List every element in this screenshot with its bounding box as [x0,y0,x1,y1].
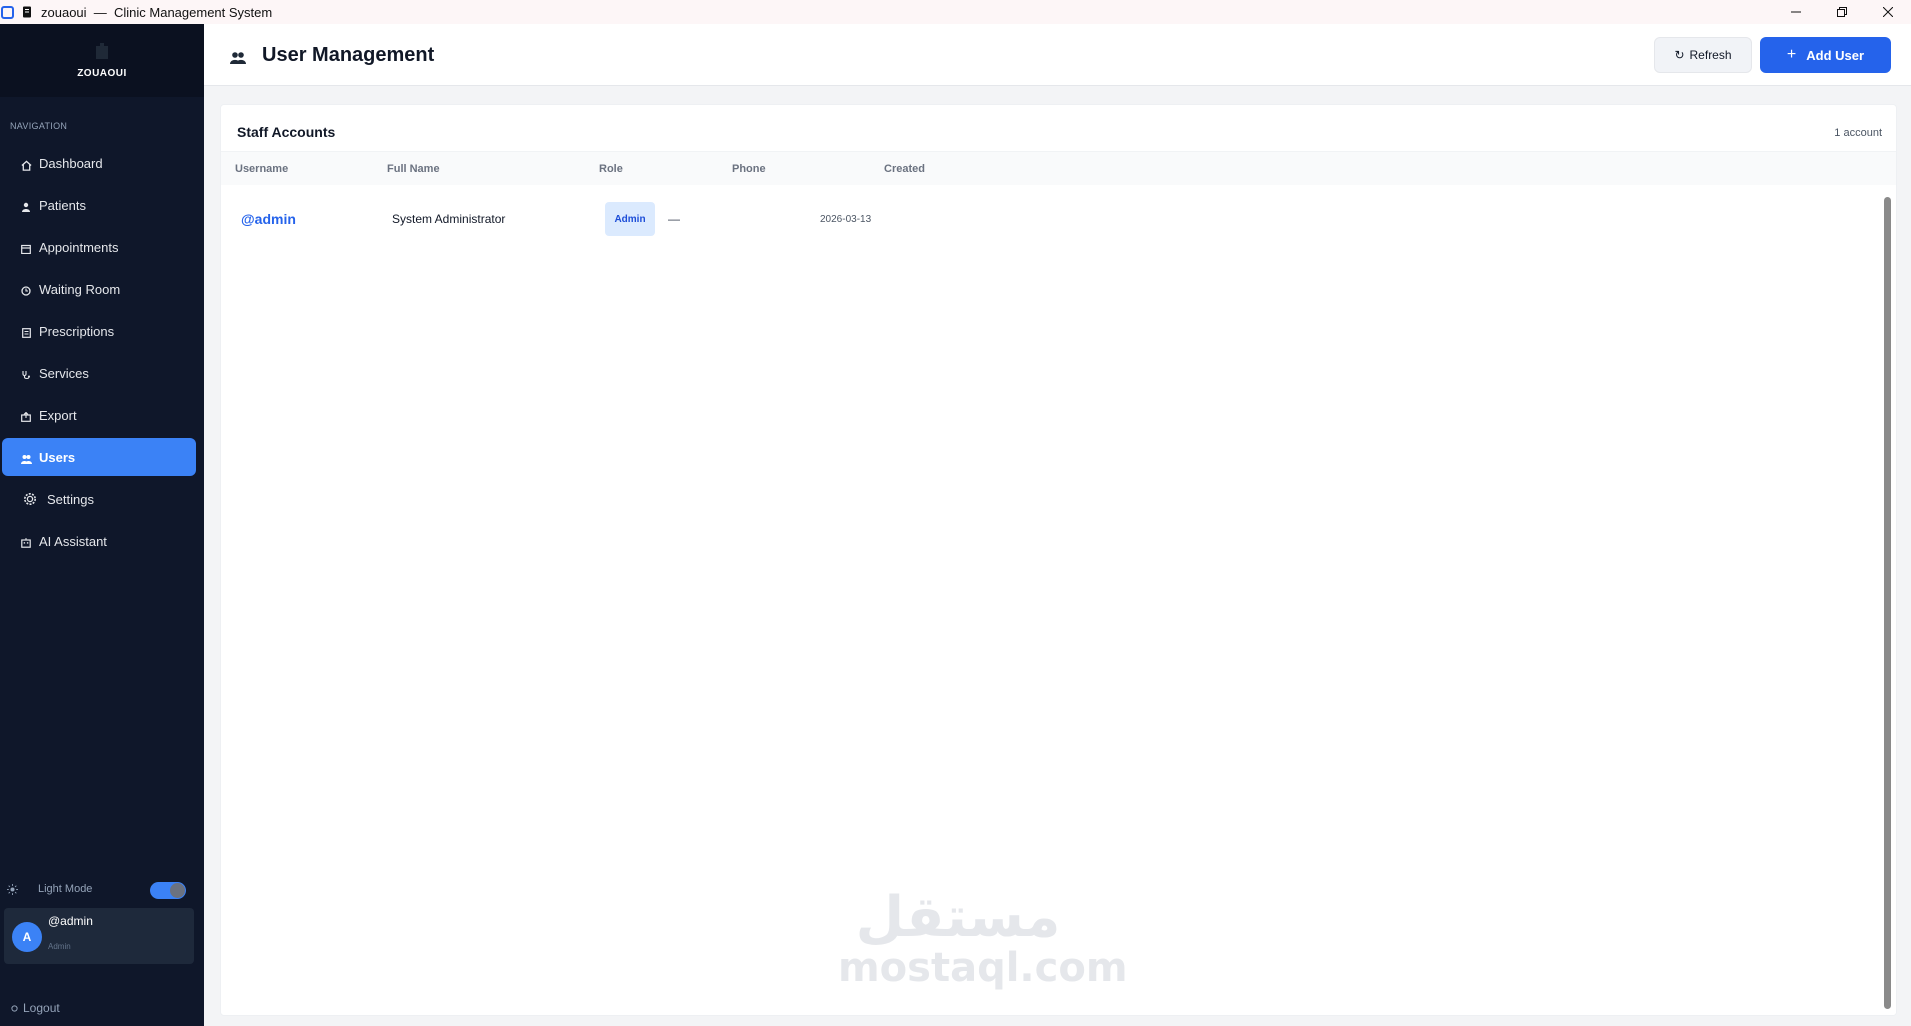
full-name-cell: System Administrator [392,212,506,226]
sidebar-nav: Dashboard Patients Appointments Waiting … [0,144,204,560]
sidebar-item-export[interactable]: Export [2,396,196,434]
clock-icon [20,285,32,297]
restore-icon [1837,7,1847,17]
watermark-arabic: مستقل [855,885,1061,950]
table-row[interactable]: @admin System Administrator Admin — 2026… [221,201,1881,237]
sidebar-item-label: Dashboard [39,155,103,171]
brand-name: ZOUAOUI [77,68,127,79]
sidebar-item-patients[interactable]: Patients [2,186,196,224]
sidebar-item-label: Services [39,365,89,381]
phone-cell: — [668,212,680,226]
sidebar-item-appointments[interactable]: Appointments [2,228,196,266]
logout-icon [10,1004,18,1012]
watermark-latin: mostaql.com [838,945,1128,991]
window-controls [1773,0,1911,24]
clipboard-icon [20,327,32,339]
robot-icon [20,537,32,549]
minimize-button[interactable] [1773,0,1819,24]
sidebar-item-label: Users [39,449,76,465]
role-cell: Admin [605,201,655,237]
staff-accounts-card: Staff Accounts 1 account Username Full N… [220,104,1897,1016]
sidebar-item-label: Patients [39,197,86,213]
sidebar: ZOUAOUI NAVIGATION Dashboard Patients Ap… [0,24,204,1026]
sidebar-item-dashboard[interactable]: Dashboard [2,144,196,182]
sidebar-item-prescriptions[interactable]: Prescriptions [2,312,196,350]
plus-icon: + [1786,46,1797,63]
document-icon [20,5,34,19]
window-titlebar: zouaoui — Clinic Management System [0,0,1911,24]
minimize-icon [1791,11,1801,13]
nav-section-label: NAVIGATION [10,121,68,131]
users-icon [230,50,246,64]
logout-label: Logout [23,1001,60,1015]
refresh-icon: ↻ [1674,48,1685,62]
refresh-label: Refresh [1689,48,1732,62]
brand: ZOUAOUI [0,24,204,97]
window-title: zouaoui — Clinic Management System [41,4,273,20]
column-header-full-name[interactable]: Full Name [387,163,440,175]
column-header-created[interactable]: Created [884,163,925,175]
sidebar-item-label: AI Assistant [39,533,107,549]
current-user-card[interactable]: A @admin Admin [4,908,194,964]
role-badge: Admin [605,202,655,236]
sidebar-item-ai-assistant[interactable]: AI Assistant [2,522,196,560]
add-user-label: Add User [1806,47,1865,63]
avatar: A [12,922,42,952]
sidebar-item-label: Prescriptions [39,323,115,339]
stethoscope-icon [20,369,32,381]
clinic-logo-icon [94,42,110,60]
sidebar-item-label: Waiting Room [39,281,121,297]
sidebar-item-waiting-room[interactable]: Waiting Room [2,270,196,308]
calendar-icon [20,243,32,255]
refresh-button[interactable]: ↻ Refresh [1654,37,1752,73]
sidebar-item-settings[interactable]: Settings [2,480,196,518]
close-icon [1883,7,1893,17]
watermark: مستقل mostaql.com [838,885,1128,991]
theme-toggle[interactable] [150,882,186,899]
maximize-button[interactable] [1819,0,1865,24]
theme-row: Light Mode [0,877,204,901]
username-link[interactable]: @admin [241,201,296,237]
account-count: 1 account [1834,127,1882,139]
export-icon [20,411,32,423]
sidebar-item-label: Export [39,407,77,423]
add-user-button[interactable]: + Add User [1760,37,1891,73]
sidebar-item-services[interactable]: Services [2,354,196,392]
card-title: Staff Accounts [237,124,336,140]
logout-button[interactable]: Logout [10,1001,60,1015]
sidebar-item-label: Appointments [39,239,119,255]
app-icon [1,5,14,19]
theme-label: Light Mode [38,883,93,895]
gear-icon [23,492,37,506]
current-username: @admin [48,914,93,928]
users-icon [20,453,32,465]
home-icon [20,159,32,171]
toggle-knob [170,883,185,898]
sidebar-item-users[interactable]: Users [2,438,196,476]
close-button[interactable] [1865,0,1911,24]
column-header-phone[interactable]: Phone [732,163,766,175]
column-header-role[interactable]: Role [599,163,623,175]
created-cell: 2026-03-13 [820,213,872,225]
sun-icon [6,883,18,895]
current-user-role: Admin [48,942,71,951]
column-header-username[interactable]: Username [235,163,288,175]
vertical-scrollbar[interactable] [1879,185,1896,1015]
person-icon [20,201,32,213]
sidebar-item-label: Settings [47,491,94,507]
page-title: User Management [262,44,435,66]
table-header: Username Full Name Role Phone Created [221,151,1896,185]
scrollbar-thumb[interactable] [1884,197,1891,1009]
page-header: User Management ↻ Refresh + Add User [204,24,1911,86]
